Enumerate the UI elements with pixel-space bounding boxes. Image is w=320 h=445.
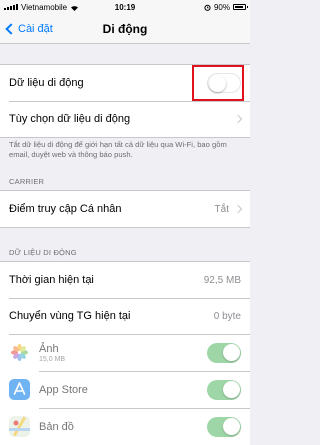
app-name: Ảnh	[39, 342, 59, 355]
cellular-footnote: Tắt dữ liệu di động để giới hạn tất cả d…	[9, 140, 227, 159]
app-row-photos: Ảnh 15,0 MB	[0, 334, 250, 371]
personal-hotspot-label: Điểm truy cập Cá nhân	[9, 203, 122, 215]
app-text: Ảnh 15,0 MB	[39, 343, 207, 363]
current-period-row: Thời gian hiện tại 92,5 MB	[0, 262, 250, 298]
personal-hotspot-row[interactable]: Điểm truy cập Cá nhân Tắt	[0, 191, 250, 227]
navigation-bar: Cài đặt Di động	[0, 14, 250, 44]
cellular-options-row[interactable]: Tùy chọn dữ liệu di động	[0, 101, 250, 137]
current-roaming-label: Chuyển vùng TG hiện tại	[9, 310, 131, 322]
battery-icon	[233, 4, 248, 10]
app-toggle-maps[interactable]	[207, 416, 241, 437]
current-period-value: 92,5 MB	[203, 274, 241, 286]
status-right: 90%	[204, 2, 248, 12]
current-roaming-value: 0 byte	[213, 310, 241, 322]
status-bar: Vietnamobile 10:19 90%	[0, 0, 250, 14]
page-title: Di động	[102, 22, 148, 36]
current-period-label: Thời gian hiện tại	[9, 274, 94, 286]
app-usage: 15,0 MB	[39, 355, 66, 363]
status-left: Vietnamobile	[4, 3, 79, 12]
maps-icon	[9, 416, 30, 437]
alarm-icon	[204, 4, 211, 11]
carrier-group: Điểm truy cập Cá nhân Tắt	[0, 190, 250, 228]
toggle-knob	[223, 380, 240, 398]
chevron-right-icon	[233, 114, 243, 124]
app-text: App Store	[39, 384, 207, 396]
wifi-icon	[71, 5, 79, 11]
cellular-usage-group: Thời gian hiện tại 92,5 MB Chuyển vùng T…	[0, 261, 250, 445]
app-row-app-store: App Store	[0, 371, 250, 408]
app-toggle-app-store[interactable]	[207, 379, 241, 400]
chevron-right-icon	[233, 204, 243, 214]
toggle-knob	[223, 343, 240, 361]
app-name: App Store	[39, 383, 88, 396]
app-text: Bản đồ	[39, 421, 207, 433]
cellular-data-label: Dữ liệu di động	[9, 77, 84, 89]
photos-icon	[9, 342, 30, 363]
app-store-icon	[9, 379, 30, 400]
current-roaming-row: Chuyển vùng TG hiện tại 0 byte	[0, 298, 250, 334]
highlight-box	[192, 65, 244, 101]
battery-percent: 90%	[213, 2, 230, 12]
carrier-section-header: CARRIER	[9, 177, 45, 186]
signal-icon	[4, 4, 18, 10]
app-name: Bản đồ	[39, 420, 74, 433]
app-row-maps: Bản đồ	[0, 408, 250, 445]
cellular-options-label: Tùy chọn dữ liệu di động	[9, 113, 131, 125]
toggle-knob	[223, 417, 240, 435]
cellular-data-section-header: DỮ LIỆU DI ĐỘNG	[9, 248, 77, 257]
app-toggle-photos[interactable]	[207, 342, 241, 363]
personal-hotspot-value: Tắt	[214, 203, 229, 215]
carrier-name: Vietnamobile	[21, 2, 68, 12]
